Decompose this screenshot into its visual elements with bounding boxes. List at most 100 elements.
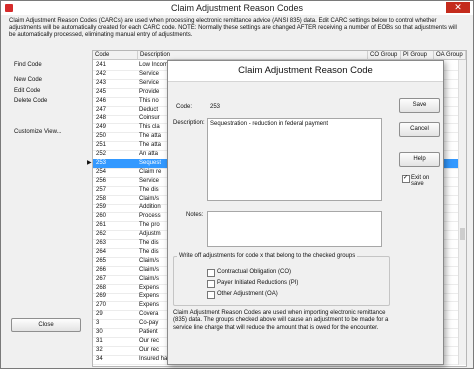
row-code: 268 [96, 284, 107, 291]
main-window: Claim Adjustment Reason Codes ✕ Claim Ad… [0, 0, 474, 369]
row-code: 243 [96, 79, 107, 86]
notes-field[interactable] [207, 211, 382, 247]
customize-view-link[interactable]: Customize View... [14, 129, 62, 135]
cancel-button[interactable]: Cancel [399, 122, 440, 137]
exit-on-save-label: Exit on save [411, 175, 430, 187]
row-description: Our rec [139, 337, 160, 344]
row-description: Claim re [139, 168, 162, 175]
row-description: Addition [139, 204, 161, 211]
row-code: 241 [96, 62, 107, 68]
row-code: 242 [96, 70, 107, 77]
close-window-button[interactable]: ✕ [446, 2, 470, 13]
new-code-link[interactable]: New Code [14, 77, 42, 83]
find-code-link[interactable]: Find Code [14, 62, 42, 68]
col-header-pi-group[interactable]: PI Group [401, 51, 434, 60]
row-description: Co-pay [139, 320, 159, 327]
table-scrollbar[interactable] [458, 60, 466, 365]
exit-on-save-checkbox[interactable] [402, 174, 410, 183]
row-code: 260 [96, 213, 107, 220]
write-off-groupbox: Write off adjustments for code x that be… [173, 253, 390, 306]
row-code: 248 [96, 115, 107, 122]
row-code: 256 [96, 177, 107, 184]
row-code: 252 [96, 151, 107, 157]
row-description: Patient [139, 329, 158, 335]
delete-code-link[interactable]: Delete Code [14, 98, 47, 104]
row-code: 29 [96, 311, 103, 318]
pi-group-label: Payer Initiated Reductions (PI) [217, 280, 299, 286]
row-code: 30 [96, 329, 103, 335]
title-bar: Claim Adjustment Reason Codes ✕ [1, 1, 473, 15]
selected-row-marker-icon: ▶ [87, 159, 92, 166]
row-description: Expens [139, 302, 160, 309]
reason-code-dialog: Claim Adjustment Reason Code Code: 253 D… [167, 60, 444, 365]
row-description: The dis [139, 186, 159, 193]
code-label: Code: [176, 104, 193, 110]
row-code: 266 [96, 266, 107, 273]
col-header-oa-group[interactable]: OA Group [434, 51, 466, 60]
row-code: 270 [96, 302, 107, 309]
col-header-code[interactable]: Code [93, 51, 138, 60]
row-code: 3 [96, 320, 100, 327]
description-label: Description: [173, 120, 205, 126]
row-description: Process [139, 213, 161, 220]
row-code: 264 [96, 248, 107, 255]
groups-footnote: Claim Adjustment Reason Codes are used w… [173, 310, 389, 331]
row-code: 265 [96, 257, 107, 264]
close-button[interactable]: Close [11, 318, 81, 332]
row-code: 31 [96, 337, 103, 344]
row-code: 261 [96, 222, 107, 229]
row-description: Claim/s [139, 275, 160, 282]
row-description: The atta [139, 142, 162, 149]
row-description: Expens [139, 293, 160, 300]
row-code: 246 [96, 97, 107, 104]
row-code: 267 [96, 275, 107, 282]
row-description: Deduct [139, 106, 159, 113]
row-description: Claim/s [139, 257, 160, 264]
row-description: This no [139, 97, 159, 104]
code-value: 253 [210, 104, 221, 110]
row-code: 250 [96, 133, 107, 140]
dialog-title: Claim Adjustment Reason Code [168, 61, 443, 82]
edit-code-link[interactable]: Edit Code [14, 88, 40, 94]
row-description: Claim/s [139, 195, 160, 202]
row-code: 249 [96, 124, 107, 131]
scroll-thumb[interactable] [460, 228, 465, 240]
co-group-label: Contractual Obligation (CO) [217, 269, 292, 275]
row-code: 34 [96, 355, 103, 362]
row-description: Service [139, 70, 160, 77]
row-code: 257 [96, 186, 107, 193]
intro-text: Claim Adjustment Reason Codes (CARCs) ar… [9, 18, 457, 39]
row-code: 247 [96, 106, 107, 113]
row-code: 269 [96, 293, 107, 300]
row-description: Provide [139, 88, 160, 95]
row-description: Coinsur [139, 115, 160, 122]
groupbox-title: Write off adjustments for code x that be… [177, 253, 358, 259]
row-code: 258 [96, 195, 107, 202]
oa-group-checkbox[interactable] [207, 291, 215, 299]
row-description: An atta [139, 151, 159, 157]
row-code: 262 [96, 231, 107, 238]
row-description: The atta [139, 133, 162, 140]
row-description: The dis [139, 248, 159, 255]
save-button[interactable]: Save [399, 98, 440, 113]
col-header-description[interactable]: Description [138, 51, 368, 60]
window-title: Claim Adjustment Reason Codes [170, 3, 304, 13]
row-code: 253 [96, 159, 107, 166]
description-field[interactable]: Sequestration - reduction in federal pay… [207, 118, 382, 201]
pi-group-checkbox[interactable] [207, 280, 215, 288]
row-description: The pro [139, 222, 160, 229]
oa-group-label: Other Adjustment (OA) [217, 291, 278, 297]
row-code: 251 [96, 142, 107, 149]
co-group-checkbox[interactable] [207, 269, 215, 277]
row-code: 245 [96, 88, 107, 95]
row-description: Adjustm [139, 231, 161, 238]
row-description: This cla [139, 124, 160, 131]
col-header-co-group[interactable]: CO Group [368, 51, 401, 60]
row-code: 259 [96, 204, 107, 211]
row-code: 254 [96, 168, 107, 175]
row-description: Expens [139, 284, 160, 291]
help-button[interactable]: Help [399, 152, 440, 167]
row-code: 32 [96, 346, 103, 353]
row-description: Sequest [139, 159, 162, 166]
row-description: Service [139, 79, 160, 86]
